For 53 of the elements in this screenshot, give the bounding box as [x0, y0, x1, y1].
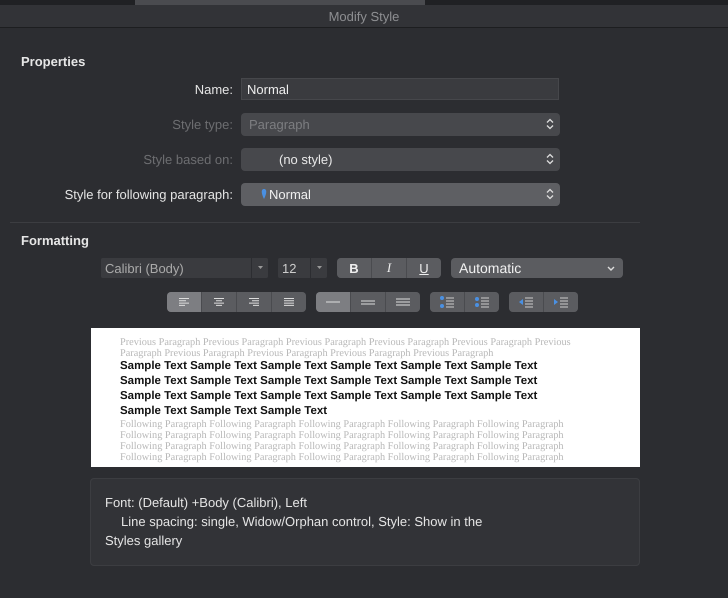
line-spacing-icon	[361, 300, 375, 304]
following-paragraph-text: Following Paragraph Following Paragraph Following Paragraph Following Paragraph Following Paragraph	[120, 419, 565, 430]
underline-button[interactable]: U	[407, 258, 441, 278]
following-paragraph-text: Following Paragraph Following Paragraph Following Paragraph Following Paragraph Following Paragraph	[120, 430, 565, 441]
align-right-icon	[247, 297, 261, 307]
align-right-button[interactable]	[237, 292, 271, 312]
field-label: Style type:	[171, 116, 234, 132]
following-paragraph-text: Following Paragraph Following Paragraph Following Paragraph Following Paragraph Following Paragraph	[120, 441, 565, 452]
paragraph-spacing-button[interactable]	[430, 292, 464, 312]
line-spacing-button[interactable]	[386, 292, 420, 312]
caret-icon	[316, 266, 322, 270]
caret-icon	[258, 266, 262, 270]
bold-button[interactable]: B	[337, 258, 371, 278]
description-text: Line spacing: single, Widow/Orphan control, Style: Show in the	[120, 513, 484, 531]
paragraph-spacing-decrease-icon	[439, 295, 455, 309]
indent-decrease-icon	[518, 296, 534, 308]
field-label: Name:	[194, 82, 234, 96]
following-paragraph-text: Following Paragraph Following Paragraph Following Paragraph Following Paragraph Following Paragraph	[120, 452, 565, 463]
description-text: Styles gallery	[105, 532, 184, 550]
align-justify-button[interactable]	[272, 292, 306, 312]
indent-button[interactable]	[509, 292, 543, 312]
align-left-icon	[177, 297, 191, 307]
indent-increase-icon	[553, 296, 569, 308]
align-center-button[interactable]	[202, 292, 236, 312]
paragraph-spacing-increase-icon	[474, 295, 490, 309]
color-dropdown[interactable]: Automatic	[451, 258, 623, 278]
size-combo-box[interactable]: 12	[278, 258, 327, 278]
line-spacing-button[interactable]	[351, 292, 385, 312]
updown-arrows-icon	[546, 153, 554, 165]
align-left-button[interactable]	[167, 292, 201, 312]
sample-text: Sample Text Sample Text Sample Text Sample Text Sample Text Sample Text Sample Text Sample Text Sample Text Sample Text Sample Text Sample Text Sample Text Sample Text Sample Text Sample Text Sample Text Sample Text Sample Text Sample Text Sample Text	[120, 359, 538, 419]
section-heading: Formatting	[20, 232, 90, 248]
line-spacing-icon	[396, 298, 410, 306]
description-text: Font: (Default) +Body (Calibri), Left	[105, 494, 308, 512]
italic-button[interactable]: I	[372, 258, 406, 278]
window-title: Modify Style	[328, 8, 400, 24]
pin-icon	[261, 188, 267, 198]
field-label: Style based on:	[142, 152, 234, 166]
chevron-icon	[607, 266, 615, 270]
line-spacing-icon	[326, 301, 340, 303]
updown-arrows-icon	[546, 188, 554, 200]
name-field[interactable]: Normal	[241, 78, 559, 100]
previous-paragraph-text: Previous Paragraph Previous Paragraph Previous Paragraph Previous Paragraph Previous Paragraph Previous Paragraph Previous Paragraph Previous Paragraph Previous Paragraph Previous Paragraph	[120, 337, 572, 359]
align-center-icon	[212, 297, 226, 307]
paragraph-spacing-button[interactable]	[465, 292, 499, 312]
align-justify-icon	[282, 297, 296, 307]
font-combo-box[interactable]: Calibri (Body)	[101, 258, 268, 278]
section-heading: Properties	[20, 53, 86, 69]
style-dropdown[interactable]: Normal	[241, 182, 560, 206]
line-spacing-button[interactable]	[316, 292, 350, 312]
indent-button[interactable]	[544, 292, 578, 312]
field-label: Style for following paragraph:	[64, 186, 234, 202]
updown-arrows-icon	[546, 118, 554, 130]
